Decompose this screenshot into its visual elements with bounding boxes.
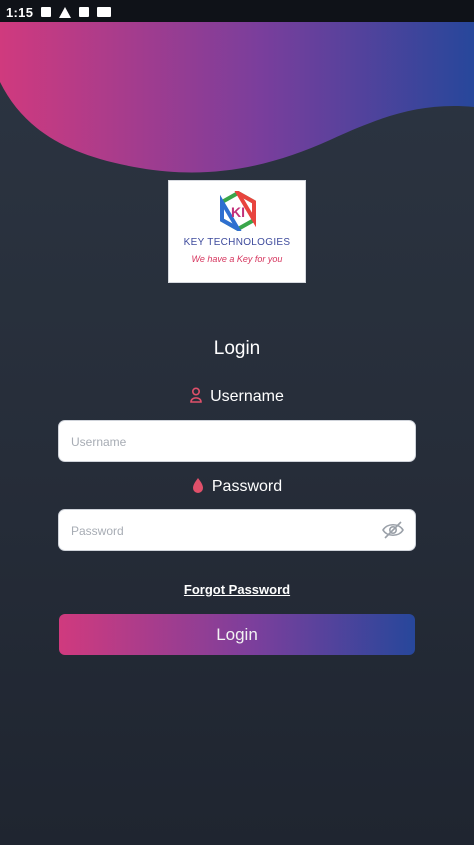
username-field[interactable] <box>58 420 416 463</box>
eye-off-icon[interactable] <box>381 520 405 540</box>
logo-tagline: We have a Key for you <box>191 254 283 264</box>
image-icon <box>41 7 52 17</box>
password-label: Password <box>211 478 283 495</box>
user-icon <box>190 387 202 403</box>
warning-icon <box>59 6 72 18</box>
status-bar: 1:15 <box>0 0 474 24</box>
logo-company-name: KEY TECHNOLOGIES <box>183 237 291 248</box>
company-logo: KI KEY TECHNOLOGIES We have a Key for yo… <box>168 180 306 283</box>
password-input[interactable] <box>69 510 373 552</box>
password-label-row: Password <box>0 477 474 496</box>
lock-icon <box>192 478 203 493</box>
username-input[interactable] <box>69 421 373 463</box>
logo-mark-icon: KI <box>220 191 256 231</box>
forgot-password-row: Forgot Password <box>0 581 474 599</box>
forgot-password-link[interactable]: Forgot Password <box>184 582 290 597</box>
header-wave <box>0 22 474 173</box>
username-label-row: Username <box>0 387 474 406</box>
app-icon <box>79 7 90 17</box>
status-time: 1:15 <box>6 4 34 20</box>
password-field[interactable] <box>58 509 416 552</box>
username-label: Username <box>210 388 284 405</box>
page-title: Login <box>213 338 261 359</box>
login-button[interactable]: Login <box>59 614 415 655</box>
svg-text:KI: KI <box>231 204 245 220</box>
sim-icon <box>97 7 112 17</box>
